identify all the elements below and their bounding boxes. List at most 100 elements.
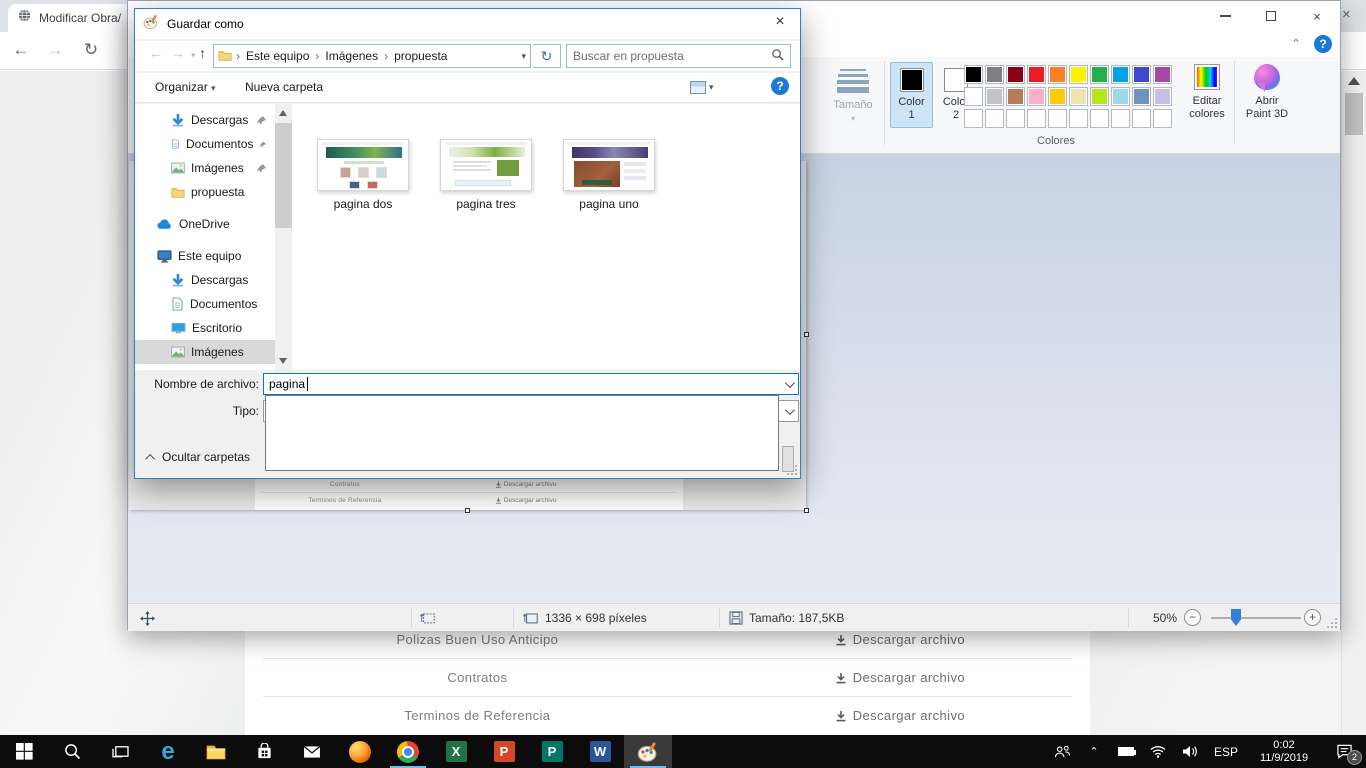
selection-handle-bottom[interactable] [465,508,470,513]
selection-handle-right[interactable] [804,332,809,337]
refresh-button[interactable]: ↻ [533,44,561,68]
taskbar-firefox-button[interactable] [336,735,384,768]
taskbar-chrome-button[interactable] [384,735,432,768]
palette-color-swatch[interactable] [1069,87,1088,106]
palette-color-swatch[interactable] [1069,65,1088,84]
close-button[interactable]: × [1294,1,1340,31]
pane-scrollbar[interactable] [275,104,292,370]
filename-input[interactable]: pagina [263,373,799,395]
scroll-up-icon[interactable] [1348,77,1360,85]
palette-color-swatch[interactable] [1048,87,1067,106]
dialog-back-button[interactable]: ← [149,45,163,61]
palette-empty-slot[interactable] [1006,109,1025,128]
palette-empty-slot[interactable] [985,109,1004,128]
sidebar-item-documentos[interactable]: Documentos [135,292,275,316]
breadcrumb-dropdown-icon[interactable]: ▾ [521,51,526,62]
help-button[interactable]: ? [1314,35,1332,53]
open-paint3d-button[interactable]: Abrir Paint 3D [1240,62,1294,140]
palette-color-swatch[interactable] [1027,65,1046,84]
language-indicator[interactable]: ESP [1206,745,1246,759]
palette-empty-slot[interactable] [1069,109,1088,128]
clock[interactable]: 0:02 11/9/2019 [1246,739,1322,765]
search-icon[interactable] [771,48,784,64]
palette-empty-slot[interactable] [1048,109,1067,128]
palette-color-swatch[interactable] [1090,87,1109,106]
reload-button[interactable]: ↻ [80,40,102,60]
minimize-button[interactable] [1202,1,1248,31]
file-item[interactable]: pagina dos [302,139,424,224]
palette-empty-slot[interactable] [1111,109,1130,128]
taskbar-file-explorer-button[interactable] [192,735,240,768]
sidebar-item-descargas[interactable]: Descargas [135,268,275,292]
new-folder-button[interactable]: Nueva carpeta [245,80,323,94]
sidebar-item-escritorio[interactable]: Escritorio [135,316,275,340]
edit-colors-button[interactable]: Editar colores [1184,62,1230,140]
palette-color-swatch[interactable] [964,87,983,106]
organize-menu[interactable]: Organizar ▾ [155,80,216,94]
filetype-dropdown-icon[interactable] [780,402,797,420]
palette-color-swatch[interactable] [1006,65,1025,84]
history-dropdown-icon[interactable]: ▾ [191,50,196,61]
action-center-button[interactable]: 2 [1322,735,1366,768]
palette-color-swatch[interactable] [1132,65,1151,84]
taskbar-edge-button[interactable]: e [144,735,192,768]
sidebar-item-descargas[interactable]: Descargas [135,108,275,132]
download-link[interactable]: Descargar archivo [710,670,1090,685]
palette-color-swatch[interactable] [1132,87,1151,106]
breadcrumb-item[interactable]: Imágenes [325,49,378,63]
dialog-close-button[interactable]: × [760,9,800,37]
palette-color-swatch[interactable] [1153,87,1172,106]
sidebar-item-imágenes[interactable]: Imágenes [135,156,275,180]
filename-dropdown-icon[interactable] [780,375,797,393]
taskbar-excel-button[interactable]: X [432,735,480,768]
scrollbar-thumb[interactable] [275,123,292,228]
dialog-help-button[interactable]: ? [771,77,789,95]
palette-color-swatch[interactable] [964,65,983,84]
scroll-up-icon[interactable] [279,110,287,116]
hide-folders-button[interactable]: Ocultar carpetas [148,450,250,464]
breadcrumb-item[interactable]: propuesta [394,49,447,63]
people-icon[interactable] [1046,745,1078,759]
taskbar-word-button[interactable]: W [576,735,624,768]
file-item[interactable]: pagina uno [548,139,670,224]
palette-color-swatch[interactable] [1153,65,1172,84]
browser-close-button[interactable]: × [1342,6,1351,23]
taskbar-store-button[interactable] [240,735,288,768]
palette-empty-slot[interactable] [1132,109,1151,128]
file-item[interactable]: pagina tres [425,139,547,224]
taskbar-search-button[interactable] [48,735,96,768]
taskbar-powerpoint-button[interactable]: P [480,735,528,768]
taskbar-mail-button[interactable] [288,735,336,768]
search-input[interactable]: Buscar en propuesta [566,44,791,68]
zoom-out-button[interactable]: − [1184,609,1201,626]
palette-color-swatch[interactable] [985,87,1004,106]
sidebar-item-propuesta[interactable]: propuesta [135,180,275,204]
size-button[interactable]: Tamaño ▾ [825,61,881,145]
resize-grip[interactable] [1326,617,1337,628]
wifi-icon[interactable] [1142,745,1174,758]
palette-color-swatch[interactable] [1111,65,1130,84]
palette-color-swatch[interactable] [1090,65,1109,84]
sidebar-item-documentos[interactable]: Documentos [135,132,275,156]
filename-suggestions-dropdown[interactable] [265,395,779,471]
back-button[interactable]: ← [10,40,32,60]
zoom-slider-thumb[interactable] [1231,609,1241,626]
palette-color-swatch[interactable] [1048,65,1067,84]
download-link[interactable]: Descargar archivo [710,708,1090,723]
breadcrumb[interactable]: › Este equipo› Imágenes› propuesta ▾ [213,44,531,68]
zoom-in-button[interactable]: + [1304,609,1321,626]
browser-scrollbar[interactable] [1341,71,1366,735]
breadcrumb-item[interactable]: Este equipo [246,49,309,63]
scroll-down-icon[interactable] [279,358,287,364]
forward-button[interactable]: → [44,40,66,60]
sidebar-item-este-equipo[interactable]: Este equipo [135,244,275,268]
palette-color-swatch[interactable] [1006,87,1025,106]
zoom-slider-track[interactable] [1211,617,1301,619]
palette-empty-slot[interactable] [964,109,983,128]
sidebar-item-imágenes[interactable]: Imágenes [135,340,275,364]
view-mode-button[interactable]: ▾ [688,77,722,97]
download-link[interactable]: Descargar archivo [710,632,1090,647]
taskbar-paint-button[interactable] [624,735,672,768]
palette-color-swatch[interactable] [1111,87,1130,106]
maximize-button[interactable] [1248,1,1294,31]
